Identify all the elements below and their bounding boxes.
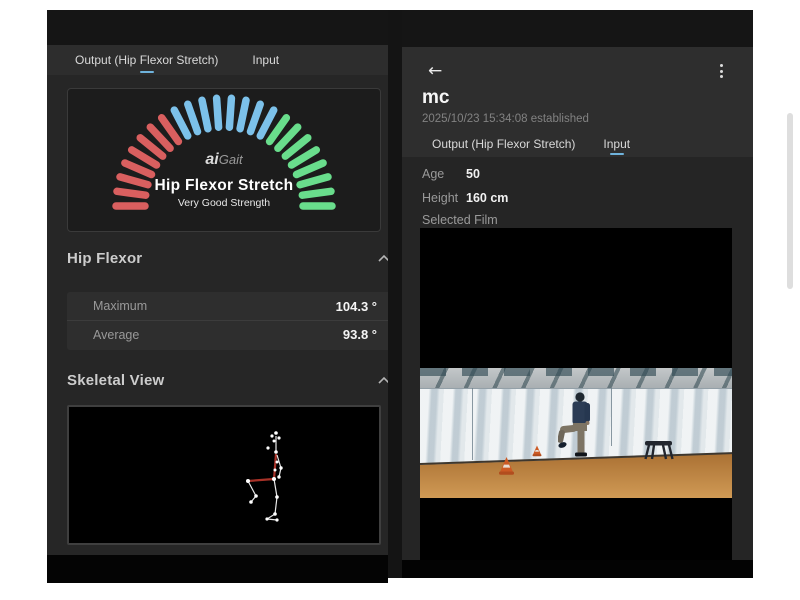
left-tab-input[interactable]: Input bbox=[252, 45, 279, 75]
active-tab-underline bbox=[610, 153, 624, 155]
right-tab-input-label: Input bbox=[603, 137, 630, 151]
traffic-cone-small bbox=[532, 445, 542, 457]
left-bottom-nav-area bbox=[47, 555, 388, 583]
left-tab-output[interactable]: Output (Hip Flexor Stretch) bbox=[75, 45, 218, 75]
hip-flexor-metrics-card: Maximum 104.3 ° Average 93.8 ° bbox=[67, 292, 388, 350]
left-tab-input-label: Input bbox=[252, 53, 279, 67]
panel-divider bbox=[388, 10, 402, 578]
right-record-panel: ← mc 2025/10/23 15:34:08 established Out… bbox=[402, 10, 753, 578]
maximum-value: 104.3 ° bbox=[336, 299, 377, 314]
skeletal-view-section-title: Skeletal View bbox=[67, 372, 164, 389]
age-field: Age 50 bbox=[422, 165, 480, 183]
record-title: mc bbox=[422, 87, 449, 109]
record-header: ← mc 2025/10/23 15:34:08 established Out… bbox=[402, 47, 753, 157]
right-bottom-nav-area bbox=[402, 560, 753, 578]
skeleton-figure bbox=[69, 407, 379, 543]
active-tab-underline bbox=[140, 71, 154, 73]
right-tab-output-label: Output (Hip Flexor Stretch) bbox=[432, 137, 575, 151]
right-tab-input[interactable]: Input bbox=[603, 131, 630, 157]
height-field: Height 160 cm bbox=[422, 189, 508, 207]
average-value: 93.8 ° bbox=[343, 327, 377, 342]
height-label: Height bbox=[422, 191, 466, 205]
kebab-menu-icon[interactable] bbox=[720, 64, 723, 78]
skeletal-view-section-header[interactable]: Skeletal View bbox=[67, 369, 388, 391]
left-status-bar bbox=[47, 10, 388, 45]
left-panel-body: aiGait Hip Flexor Stretch Very Good Stre… bbox=[47, 75, 388, 555]
right-tab-output[interactable]: Output (Hip Flexor Stretch) bbox=[432, 131, 575, 157]
hip-flexor-section-header[interactable]: Hip Flexor bbox=[67, 247, 388, 269]
aigait-logo: aiGait bbox=[68, 151, 380, 169]
selected-film-label: Selected Film bbox=[422, 213, 498, 227]
stool bbox=[644, 440, 674, 460]
back-arrow-icon[interactable]: ← bbox=[428, 61, 442, 81]
right-tab-bar: Output (Hip Flexor Stretch) Input bbox=[402, 131, 753, 157]
left-tab-bar: Output (Hip Flexor Stretch) Input bbox=[47, 45, 388, 75]
height-value: 160 cm bbox=[466, 191, 508, 205]
chevron-up-icon[interactable] bbox=[377, 376, 388, 385]
maximum-label: Maximum bbox=[93, 299, 147, 313]
page: Output (Hip Flexor Stretch) Input aiGait… bbox=[0, 0, 800, 600]
metric-row-maximum: Maximum 104.3 ° bbox=[67, 292, 388, 320]
hip-flexor-section-title: Hip Flexor bbox=[67, 250, 142, 267]
skeletal-view-canvas bbox=[67, 405, 381, 545]
strength-gauge-card: aiGait Hip Flexor Stretch Very Good Stre… bbox=[67, 88, 381, 232]
average-label: Average bbox=[93, 328, 139, 342]
age-label: Age bbox=[422, 167, 466, 181]
left-tab-output-label: Output (Hip Flexor Stretch) bbox=[75, 53, 218, 67]
metric-row-average: Average 93.8 ° bbox=[67, 320, 388, 348]
film-frame bbox=[420, 368, 732, 498]
selected-film-video[interactable] bbox=[420, 228, 732, 560]
right-status-bar bbox=[402, 10, 753, 47]
gauge-title: Hip Flexor Stretch bbox=[68, 177, 380, 195]
left-result-panel: Output (Hip Flexor Stretch) Input aiGait… bbox=[47, 10, 388, 583]
film-ceiling bbox=[420, 368, 732, 388]
chevron-up-icon[interactable] bbox=[377, 254, 388, 263]
gauge-subtitle: Very Good Strength bbox=[68, 197, 380, 209]
traffic-cone bbox=[498, 456, 515, 476]
age-value: 50 bbox=[466, 167, 480, 181]
right-panel-body: Age 50 Height 160 cm Selected Film bbox=[402, 157, 753, 560]
person-exercising bbox=[558, 390, 600, 458]
record-timestamp: 2025/10/23 15:34:08 established bbox=[422, 113, 589, 125]
scrollbar-thumb[interactable] bbox=[787, 113, 793, 289]
